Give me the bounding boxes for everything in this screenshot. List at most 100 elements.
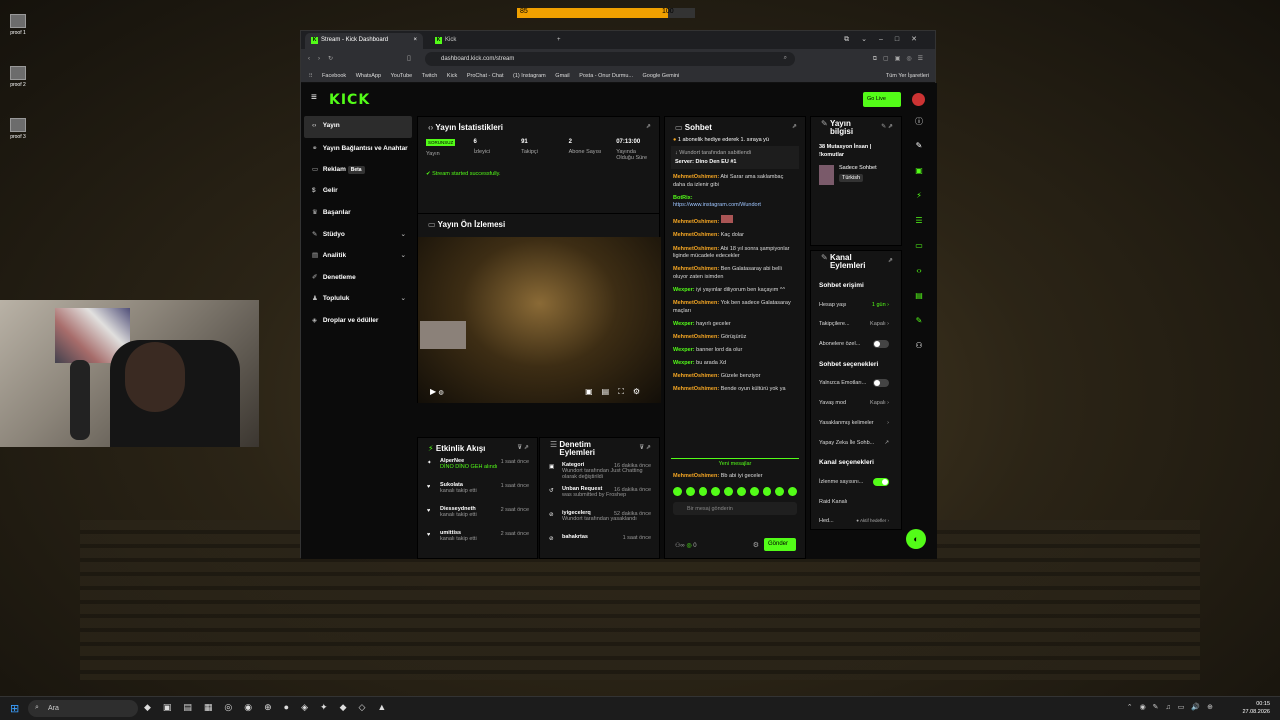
pencil-icon[interactable]: ✎ xyxy=(906,141,932,166)
bookmark-item[interactable]: Gmail xyxy=(555,73,569,79)
ban-icon: ⊘ xyxy=(549,536,554,542)
bookmark-item[interactable]: Kick xyxy=(447,73,457,79)
stream-title: 38 Mutasyon İnsan | !komutlar xyxy=(819,144,872,158)
lightning-icon[interactable]: ⚡ xyxy=(906,191,932,216)
bookmarks-folder[interactable]: Tüm Yer İşaretleri xyxy=(886,73,929,79)
chat-footer-icons[interactable]: ⚇∞ ◎ 0 xyxy=(675,542,697,549)
sidebar-item-community[interactable]: ♟ Topluluk ⌄ xyxy=(304,288,412,310)
list-icon[interactable]: ☰ xyxy=(906,216,932,241)
sidebar-item-moderation[interactable]: ✐ Denetleme xyxy=(304,267,412,289)
bookmark-icon[interactable]: ▯ xyxy=(407,54,411,62)
gift-banner[interactable]: ● 1 abonelik hediye ederek 1. sıraya yü xyxy=(665,137,805,146)
link-icon: ⚭ xyxy=(312,144,318,152)
mute-icon[interactable]: ◍ xyxy=(438,390,443,396)
bookmark-item[interactable]: Twitch xyxy=(422,73,438,79)
chat-input[interactable]: Bir mesaj gönderin xyxy=(673,501,797,515)
toggle-switch[interactable] xyxy=(873,379,889,388)
bookmark-item[interactable]: WhatsApp xyxy=(356,73,381,79)
search-icon[interactable]: ⌕ xyxy=(784,55,787,62)
edit-popout-icons[interactable]: ✎ ⇗ xyxy=(881,123,893,131)
bookmark-item[interactable]: (1) Instagram xyxy=(513,73,546,79)
desktop-icon[interactable]: proof 2 xyxy=(6,66,30,88)
sidebar-item-yayin[interactable]: ‹› Yayın xyxy=(304,116,412,138)
bookmark-item[interactable]: Posta - Onur Durmu... xyxy=(579,73,633,79)
new-tab-button[interactable]: + xyxy=(551,33,567,49)
video-right-controls[interactable]: ▣▤⛶⚙ xyxy=(585,387,649,397)
setting-account-age[interactable]: Hesap yaşı 1 gün › xyxy=(819,297,893,317)
avatar[interactable] xyxy=(912,93,925,106)
bookmark-item[interactable]: YouTube xyxy=(391,73,413,79)
chat-message: Wexper: bu arada Xd xyxy=(673,360,727,366)
sidebar-item-revenue[interactable]: $ Gelir xyxy=(304,181,412,203)
play-icon[interactable]: ▶ xyxy=(430,387,436,396)
game-overlay-bar: 85 100 xyxy=(517,8,695,18)
toggle-switch[interactable] xyxy=(873,340,889,349)
add-widget-icon[interactable]: ⚇ xyxy=(906,341,932,366)
close-tab-button[interactable]: × xyxy=(413,37,417,43)
preview-icon: ▭ xyxy=(428,220,436,229)
layout-icon[interactable]: ▣ xyxy=(906,166,932,191)
bookmark-item[interactable]: Google Gemini xyxy=(643,73,680,79)
desktop-icon[interactable]: proof 1 xyxy=(6,14,30,36)
toggle-switch[interactable] xyxy=(873,477,889,486)
stats-panel: ‹› Yayın İstatistikleri ⇗ SORUNSUZ Yayın 6… xyxy=(417,116,661,403)
go-live-button[interactable]: Go Live xyxy=(863,92,901,107)
popout-icon[interactable]: ⇗ xyxy=(646,123,651,130)
chat-message: BotRix: https://www.instagram.com/Wundort xyxy=(673,194,761,209)
taskbar-clock[interactable]: 00:15 27.08.2026 xyxy=(1242,700,1270,716)
chat-icon: ▭ xyxy=(675,123,683,132)
system-tray[interactable]: ⌃◉✎♫▭🔊⊕ xyxy=(1127,703,1220,711)
new-messages-divider[interactable]: Yeni mesajlar xyxy=(671,458,799,467)
chat-icon[interactable]: ▭ xyxy=(906,241,932,266)
stream-preview-video[interactable]: ▶ ◍ ▣▤⛶⚙ xyxy=(418,237,661,403)
bookmark-item[interactable]: Facebook xyxy=(322,73,346,79)
sidebar-item-ads[interactable]: ▭ Reklam Beta xyxy=(304,159,412,181)
stat-status: SORUNSUZ Yayın xyxy=(426,139,456,157)
browser-toolbar-icons[interactable]: ⧉▢▣◎☰ xyxy=(873,55,929,63)
filter-popout-icons[interactable]: ⊽ ⇗ xyxy=(639,444,651,452)
setting-subscribers-only[interactable]: Abonelere özel... xyxy=(819,336,893,356)
setting-emotes-only[interactable]: Yalnızca Emotları... xyxy=(819,375,893,395)
sidebar-item-drops[interactable]: ◈ Droplar ve ödüller xyxy=(304,310,412,332)
chat-message: MehmetOshimen: Yok ben sadece Galatasara… xyxy=(673,300,791,314)
tab-kick-dashboard[interactable]: K Stream - Kick Dashboard × xyxy=(305,33,423,49)
sidebar-item-studio[interactable]: ✎ Stüdyo ⌄ xyxy=(304,224,412,246)
setting-view-count[interactable]: İzlenme sayısını... xyxy=(819,474,893,494)
apps-icon[interactable]: ⁝⁝ xyxy=(309,73,313,79)
sidebar-item-stream-key[interactable]: ⚭ Yayın Bağlantısı ve Anahtar xyxy=(304,138,412,160)
bookmarks-bar: ⁝⁝ Facebook WhatsApp YouTube Twitch Kick… xyxy=(301,69,935,83)
setting-ai-chat[interactable]: Yapay Zeka İle Sohb... ↗ xyxy=(819,435,893,455)
moderation-actions-panel: ☰ Denetim Eylemleri ⊽ ⇗ ▣ Kategori Wundort … xyxy=(539,437,660,559)
popout-icon[interactable]: ⇗ xyxy=(888,257,893,265)
notes-icon[interactable]: ▤ xyxy=(906,291,932,316)
tab-kick[interactable]: K Kick xyxy=(429,33,547,49)
gear-icon[interactable]: ⚙ xyxy=(753,541,759,549)
desktop-icon[interactable]: proof 3 xyxy=(6,118,30,140)
hamburger-menu-icon[interactable]: ≡ xyxy=(311,92,317,103)
windows-start-icon[interactable]: ⊞ xyxy=(10,702,19,715)
emote-bar[interactable] xyxy=(665,486,805,496)
setting-goals[interactable]: Hed... ● Aktif hedefler › xyxy=(819,513,893,533)
wrench-icon[interactable]: ✎ xyxy=(906,316,932,341)
bookmark-item[interactable]: ProChat - Chat xyxy=(467,73,504,79)
community-icon: ♟ xyxy=(312,295,318,302)
sidebar-item-achievements[interactable]: ♛ Başarılar xyxy=(304,202,412,224)
stream-icon[interactable]: ‹› xyxy=(906,266,932,291)
setting-followers-only[interactable]: Takipçilere... Kapalı › xyxy=(819,316,893,336)
chat-message: MehmetOshimen: Güzele benziyor xyxy=(673,373,761,380)
sidebar-item-analytics[interactable]: ▤ Analitik ⌄ xyxy=(304,245,412,267)
setting-slow-mode[interactable]: Yavaş mod Kapalı › xyxy=(819,395,893,415)
send-button[interactable]: Gönder xyxy=(764,538,796,551)
window-controls[interactable]: ⧉⌄–□✕ xyxy=(844,35,929,44)
url-input[interactable]: dashboard.kick.com/stream ⌕ xyxy=(425,52,795,66)
popout-icon[interactable]: ⇗ xyxy=(792,123,797,130)
nav-buttons[interactable]: ‹›↻ xyxy=(308,55,341,62)
taskbar-apps[interactable]: ◆▣▤▦◎◉⊕●◈✦◆◇▲ xyxy=(144,702,398,713)
setting-banned-words[interactable]: Yasaklanmış kelimeler › xyxy=(819,415,893,435)
filter-popout-icons[interactable]: ⊽ ⇗ xyxy=(517,444,529,451)
setting-raid-channel[interactable]: Raid Kanalı xyxy=(819,494,893,514)
support-button[interactable]: ◐ xyxy=(906,529,926,549)
info-icon[interactable]: ⓘ xyxy=(906,116,932,141)
kick-logo[interactable]: KICK xyxy=(329,92,370,108)
taskbar-search[interactable]: ⌕ Ara xyxy=(28,700,138,717)
